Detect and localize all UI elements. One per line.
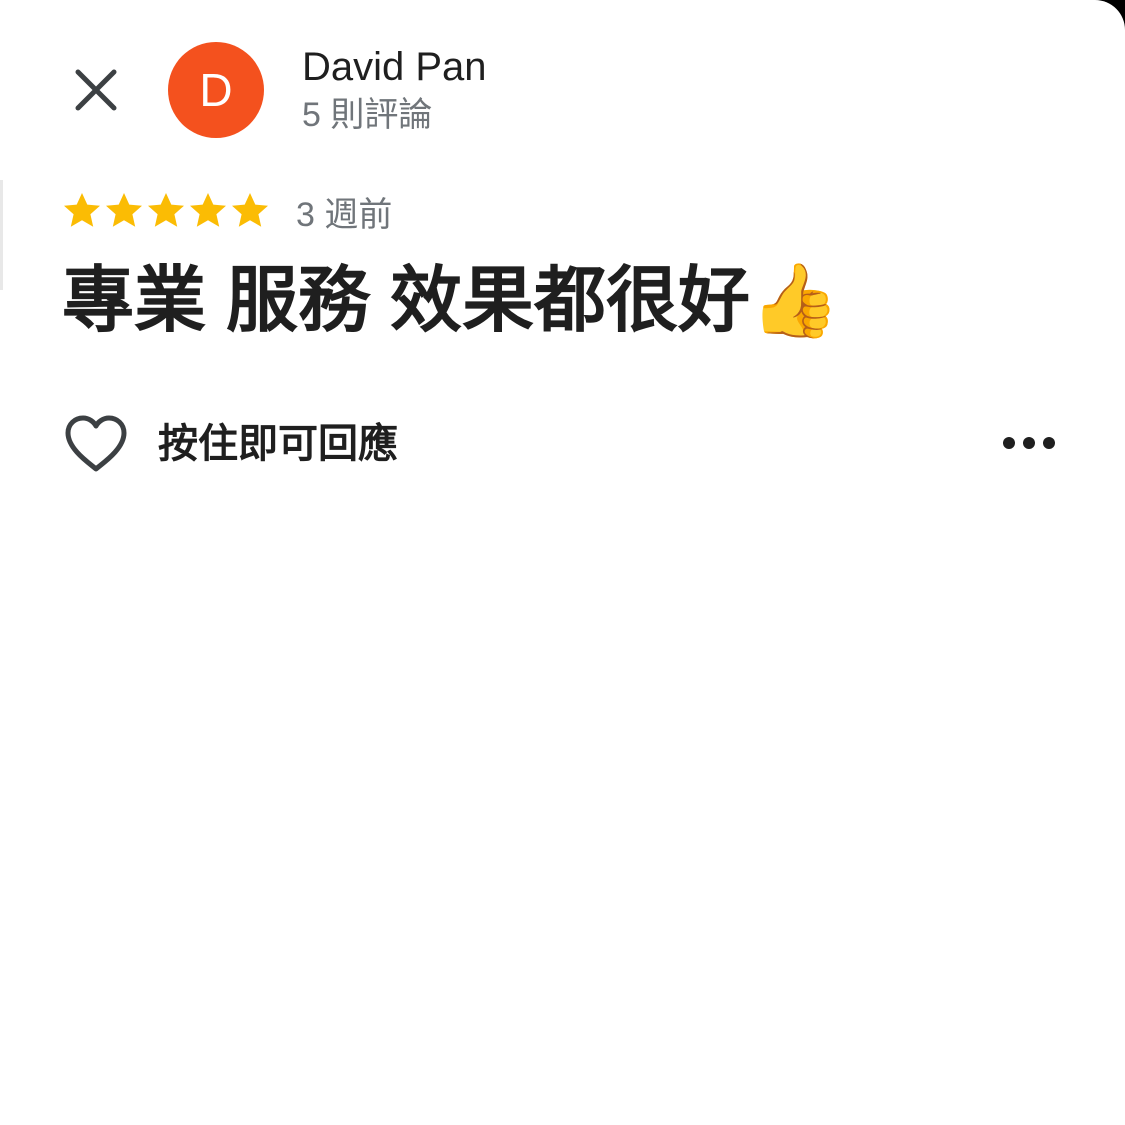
star-icon (190, 193, 226, 227)
star-icon (106, 193, 142, 227)
more-horizontal-icon (1003, 437, 1055, 449)
rating-row: 3 週前 (62, 188, 392, 234)
close-button[interactable] (66, 60, 126, 120)
like-button[interactable] (62, 410, 130, 478)
more-options-button[interactable] (996, 420, 1062, 466)
star-icon (232, 193, 268, 227)
author-name[interactable]: David Pan (302, 44, 487, 90)
avatar[interactable]: D (168, 42, 264, 138)
reply-hint-label: 按住即可回應 (158, 422, 398, 466)
star-icon (64, 193, 100, 227)
star-icon (148, 193, 184, 227)
avatar-letter: D (199, 64, 233, 116)
review-detail-sheet: D David Pan 5 則評論 3 週前 專業 服務 效果都很好👍 按住即可… (0, 0, 1125, 1125)
author-review-count: 5 則評論 (302, 96, 433, 134)
close-icon (75, 69, 117, 111)
sheet-edge-divider (0, 180, 3, 290)
star-rating (62, 191, 272, 231)
review-text: 專業 服務 效果都很好👍 (62, 261, 840, 341)
heart-outline-icon (65, 415, 127, 472)
review-time: 3 週前 (296, 195, 393, 234)
